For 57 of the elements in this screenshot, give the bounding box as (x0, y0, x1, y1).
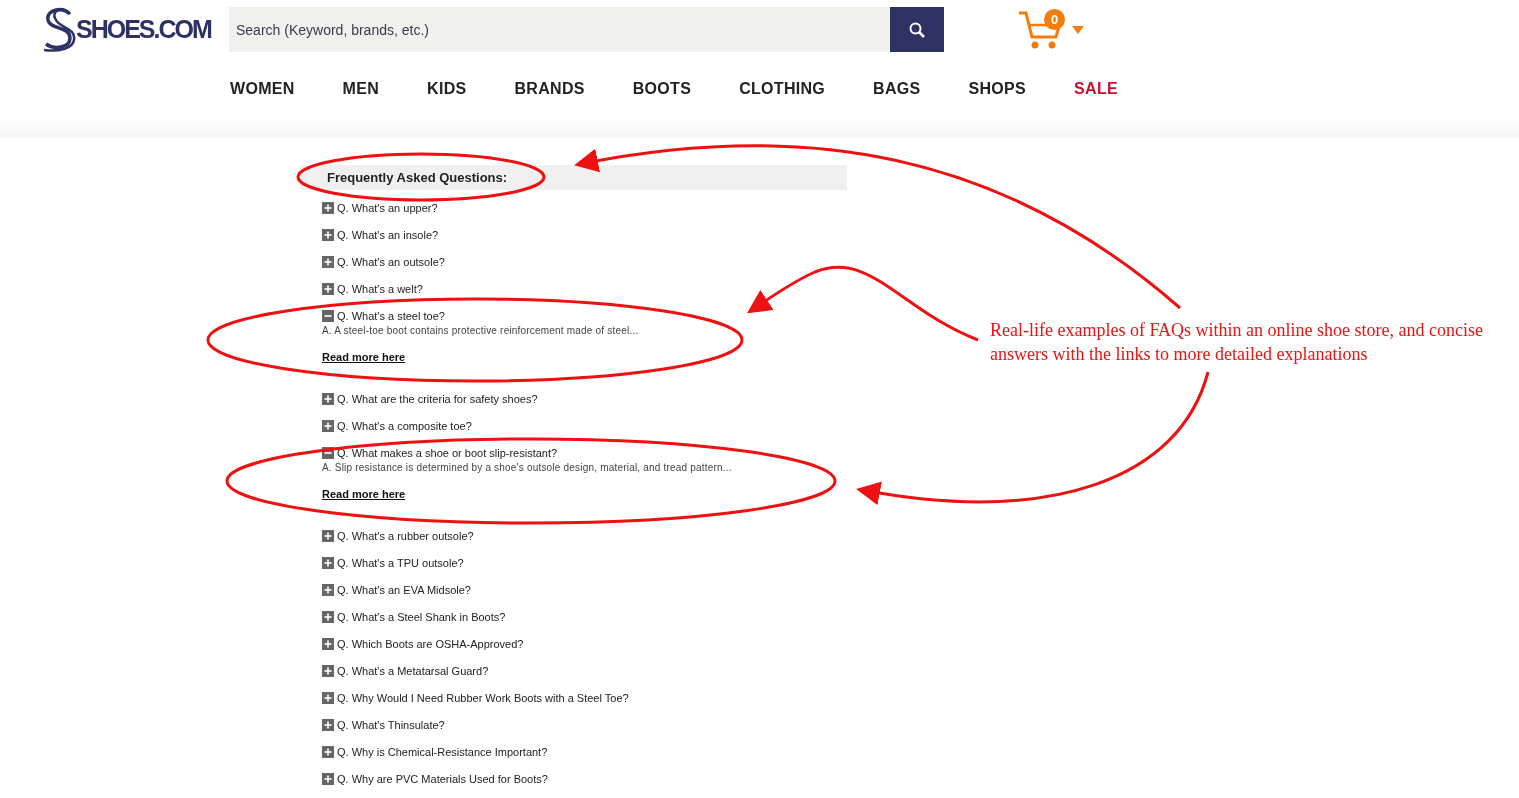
plus-icon (322, 283, 334, 295)
faq-question[interactable]: Q. What's a Metatarsal Guard? (322, 664, 489, 678)
faq-question[interactable]: Q. What are the criteria for safety shoes? (322, 392, 538, 406)
read-more-link[interactable]: Read more here (322, 488, 406, 500)
faq-question[interactable]: Q. Why Would I Need Rubber Work Boots with a Steel Toe? (322, 691, 629, 705)
plus-icon (322, 692, 334, 704)
plus-icon (322, 611, 334, 623)
faq-question[interactable]: Q. What's a TPU outsole? (322, 556, 464, 570)
search-icon (909, 21, 925, 38)
search-button[interactable] (890, 7, 944, 52)
plus-icon (322, 773, 334, 785)
faq-question[interactable]: Q. What's a welt? (322, 282, 423, 296)
caret-icon[interactable] (1072, 25, 1084, 34)
plus-icon (322, 229, 334, 241)
nav-link[interactable]: KIDS (427, 80, 467, 98)
faq-question[interactable]: Q. What's an insole? (322, 228, 439, 242)
faq-question[interactable]: Q. What's Thinsulate? (322, 718, 445, 732)
nav-link[interactable]: BAGS (873, 80, 921, 98)
faq-question[interactable]: Q. What's an outsole? (322, 255, 445, 269)
nav-link[interactable]: BRANDS (514, 80, 585, 98)
nav-link[interactable]: WOMEN (230, 80, 295, 98)
faq-question[interactable]: Q. What's a composite toe? (322, 419, 472, 433)
plus-icon (322, 557, 334, 569)
faq-question[interactable]: Q. What's a rubber outsole? (322, 529, 474, 543)
nav-link[interactable]: SHOPS (968, 80, 1027, 98)
plus-icon (322, 746, 334, 758)
faq-question[interactable]: Q. What makes a shoe or boot slip-resistant? (322, 446, 558, 460)
faq-question[interactable]: Q. What's a steel toe? (322, 309, 445, 323)
plus-icon (322, 420, 334, 432)
site-logo[interactable]: SHOES.COM (40, 5, 229, 54)
plus-icon (322, 202, 334, 214)
plus-icon (322, 584, 334, 596)
plus-icon (322, 719, 334, 731)
plus-icon (322, 393, 334, 405)
plus-icon (322, 638, 334, 650)
faq-question[interactable]: Q. Which Boots are OSHA-Approved? (322, 637, 524, 651)
plus-icon (322, 256, 334, 268)
plus-icon (322, 530, 334, 542)
faq-question[interactable]: Q. Why are PVC Materials Used for Boots? (322, 772, 548, 786)
read-more-link[interactable]: Read more here (322, 351, 406, 363)
search-field[interactable]: Search (Keyword, brands, etc.) (229, 7, 890, 52)
logo-text: SHOES.COM (76, 15, 211, 44)
nav-link[interactable]: MEN (342, 80, 380, 98)
faq-answer: A. A steel-toe boot contains protective reinforcement made of steel... (322, 325, 640, 336)
faq-question[interactable]: Q. What's a Steel Shank in Boots? (322, 610, 506, 624)
nav-link[interactable]: CLOTHING (739, 80, 826, 98)
faq-question[interactable]: Q. What's an EVA Midsole? (322, 583, 471, 597)
plus-icon (322, 665, 334, 677)
minus-icon (322, 310, 334, 322)
annotation-note: Real-life examples of FAQs within an online shoe store, and concise answers with the links to more detailed explanations (990, 319, 1485, 366)
faq-heading: Frequently Asked Questions: (300, 165, 847, 190)
faq-answer: A. Slip resistance is determined by a shoe's outsole design, material, and tread pattern... (322, 462, 733, 473)
nav-link[interactable]: BOOTS (632, 80, 692, 98)
faq-question[interactable]: Q. Why is Chemical-Resistance Important? (322, 745, 548, 759)
faq-question[interactable]: Q. What's an upper? (322, 201, 438, 215)
cart-count-badge: 0 (1044, 9, 1065, 30)
nav-link[interactable]: SALE (1074, 80, 1118, 98)
